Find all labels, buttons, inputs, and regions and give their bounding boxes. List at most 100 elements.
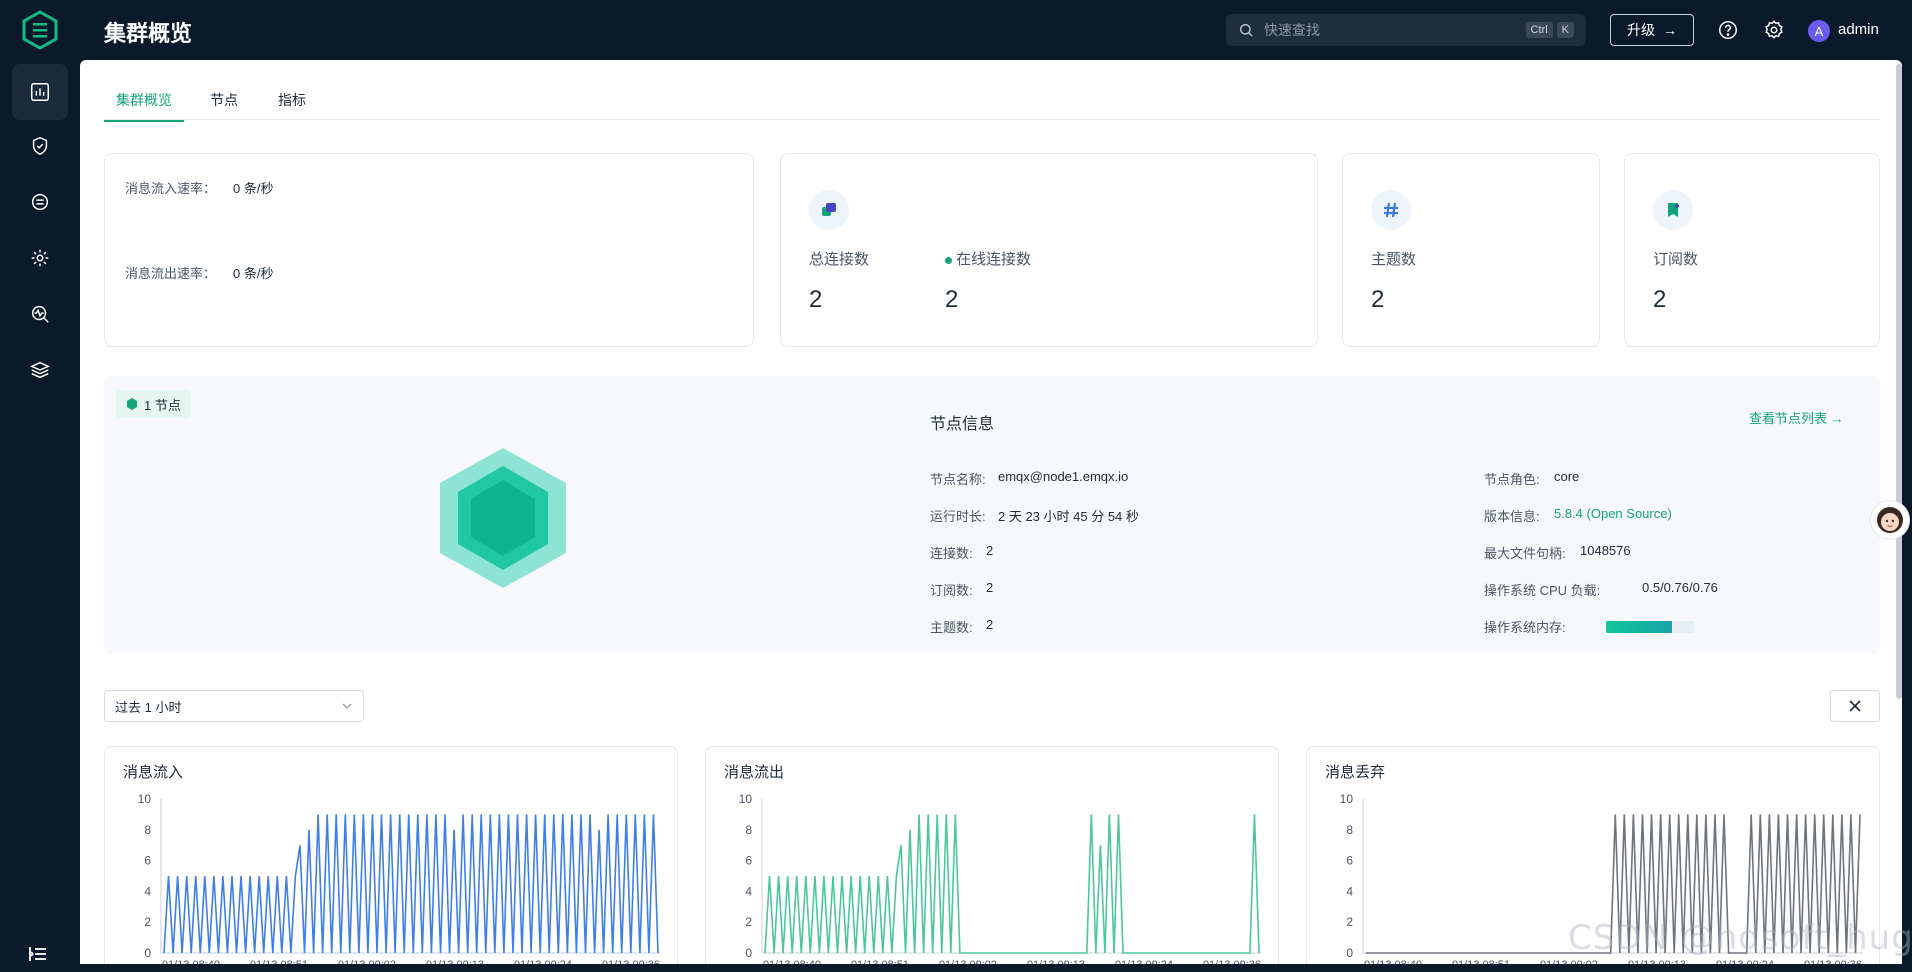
settings-gear-icon	[31, 249, 49, 267]
y-tick-label: 10	[1340, 792, 1354, 806]
y-tick-label: 2	[144, 915, 151, 929]
rate-out-label: 消息流出速率：	[125, 266, 217, 281]
node-hexagon-icon[interactable]	[440, 448, 566, 588]
close-charts-button[interactable]	[1830, 690, 1880, 722]
message-rate-card: 消息流入速率： 0 条/秒 消息流出速率： 0 条/秒	[104, 153, 754, 347]
shortcut-key-ctrl: Ctrl	[1525, 22, 1553, 38]
x-tick-label: 01/13 09:13	[1027, 959, 1085, 964]
max-fds-value: 1048576	[1580, 543, 1631, 558]
sidebar-item-access-control[interactable]	[12, 118, 68, 174]
chart-messages-received: 消息流入 0 2 4 6 8 10 01/13 08:40 01/13 08:51 01/13 …	[104, 746, 678, 964]
node-panel: 1 节点 节点信息 查看节点列表 → 节点名称: emqx@node1.emqx…	[104, 376, 1880, 654]
node-subscriptions-label: 订阅数:	[930, 583, 973, 598]
x-tick-label: 01/13 08:40	[763, 959, 821, 964]
sidebar-item-management[interactable]	[12, 230, 68, 286]
time-range-select[interactable]: 过去 1 小时	[104, 690, 364, 722]
total-connections-value: 2	[809, 286, 823, 313]
tab-metrics[interactable]: 指标	[278, 90, 306, 120]
topics-value: 2	[1371, 286, 1385, 313]
x-tick-label: 01/13 08:40	[1364, 959, 1422, 964]
rate-out-value: 0 条/秒	[233, 266, 274, 281]
memory-usage-bar	[1606, 621, 1694, 633]
dashboard-icon	[31, 83, 49, 101]
online-connections-text: 在线连接数	[956, 251, 1032, 268]
gear-icon[interactable]	[1763, 19, 1785, 41]
search-icon	[1240, 24, 1253, 37]
search-placeholder: 快速查找	[1264, 22, 1320, 38]
emqx-logo-icon[interactable]	[20, 10, 60, 50]
node-role-value: core	[1554, 469, 1580, 484]
subscriptions-label: 订阅数	[1653, 251, 1699, 268]
connections-icon	[809, 190, 849, 230]
top-bar: 集群概览 快速查找 Ctrl K 升级 → A admin	[80, 0, 1912, 60]
x-tick-label: 01/13 08:40	[162, 959, 220, 964]
y-tick-label: 0	[745, 946, 752, 960]
assistant-avatar[interactable]	[1870, 500, 1910, 540]
uptime-value: 2 天 23 小时 45 分 54 秒	[998, 509, 1139, 524]
help-icon[interactable]	[1717, 19, 1739, 41]
view-node-list-link[interactable]: 查看节点列表 →	[1749, 408, 1844, 427]
connections-card: 总连接数 2 在线连接数 2	[780, 153, 1318, 347]
chart-messages-received-plot: 0 2 4 6 8 10 01/13 08:40 01/13 08:51 01/13 09:02…	[138, 792, 661, 964]
cpu-load-label: 操作系统 CPU 负载:	[1484, 583, 1601, 598]
page-title: 集群概览	[104, 21, 193, 46]
y-tick-label: 10	[739, 792, 753, 806]
x-tick-label: 01/13 09:36	[1804, 959, 1862, 964]
avatar[interactable]: A	[1808, 20, 1830, 42]
watermark: CSDN @hdsoft_huge	[1568, 918, 1912, 958]
view-node-list-label: 查看节点列表	[1749, 411, 1828, 426]
x-tick-label: 01/13 09:24	[514, 959, 572, 964]
node-count-label: 1 节点	[144, 397, 181, 413]
node-subscriptions-value: 2	[986, 580, 994, 595]
sidebar-item-integration[interactable]	[12, 174, 68, 230]
y-tick-label: 4	[144, 884, 151, 898]
node-hex-small-icon	[127, 398, 137, 410]
subscription-icon	[1653, 190, 1693, 230]
collapse-sidebar-icon[interactable]	[26, 942, 50, 966]
topics-label: 主题数	[1371, 251, 1417, 268]
version-value[interactable]: 5.8.4 (Open Source)	[1554, 506, 1672, 521]
y-tick-label: 6	[144, 854, 151, 868]
time-range-value: 过去 1 小时	[115, 699, 182, 715]
search-input[interactable]: 快速查找 Ctrl K	[1226, 14, 1586, 46]
tab-bar: 集群概览 节点 指标	[104, 60, 1880, 122]
hash-icon	[1371, 190, 1411, 230]
shield-icon	[32, 136, 48, 156]
x-tick-label: 01/13 09:36	[602, 959, 660, 964]
topics-card: 主题数 2	[1342, 153, 1600, 347]
sidebar-item-diagnose[interactable]	[12, 286, 68, 342]
scrollbar[interactable]	[1896, 64, 1902, 699]
node-name-value: emqx@node1.emqx.io	[998, 469, 1129, 484]
y-tick-label: 8	[144, 823, 151, 837]
arrow-right-icon: →	[1663, 22, 1677, 38]
subscriptions-card: 订阅数 2	[1624, 153, 1880, 347]
max-fds-label: 最大文件句柄:	[1484, 546, 1566, 561]
tab-cluster-overview[interactable]: 集群概览	[104, 90, 184, 122]
sidebar-item-system[interactable]	[12, 342, 68, 398]
memory-usage-fill	[1606, 621, 1672, 633]
y-tick-label: 4	[745, 884, 752, 898]
layers-icon	[29, 361, 51, 379]
uptime-label: 运行时长:	[930, 509, 986, 524]
arrow-right-icon: →	[1830, 411, 1844, 426]
x-tick-label: 01/13 08:51	[851, 959, 909, 964]
node-connections-label: 连接数:	[930, 546, 973, 561]
upgrade-button[interactable]: 升级 →	[1610, 14, 1694, 46]
y-tick-label: 8	[1346, 823, 1353, 837]
x-tick-label: 01/13 08:51	[250, 959, 308, 964]
sidebar	[0, 0, 80, 972]
x-tick-label: 01/13 09:24	[1115, 959, 1173, 964]
shortcut-key-k: K	[1556, 22, 1574, 38]
sidebar-item-dashboard[interactable]	[12, 64, 68, 120]
username[interactable]: admin	[1838, 21, 1879, 38]
integration-icon	[31, 193, 49, 211]
node-info-title: 节点信息	[930, 416, 995, 433]
x-tick-label: 01/13 08:51	[1452, 959, 1510, 964]
tab-nodes[interactable]: 节点	[210, 90, 238, 120]
node-topics-value: 2	[986, 617, 994, 632]
version-label: 版本信息:	[1484, 509, 1540, 524]
online-status-dot	[945, 256, 952, 264]
node-count-badge: 1 节点	[116, 390, 191, 418]
cpu-load-value: 0.5/0.76/0.76	[1642, 580, 1718, 595]
upgrade-label: 升级	[1627, 22, 1655, 38]
